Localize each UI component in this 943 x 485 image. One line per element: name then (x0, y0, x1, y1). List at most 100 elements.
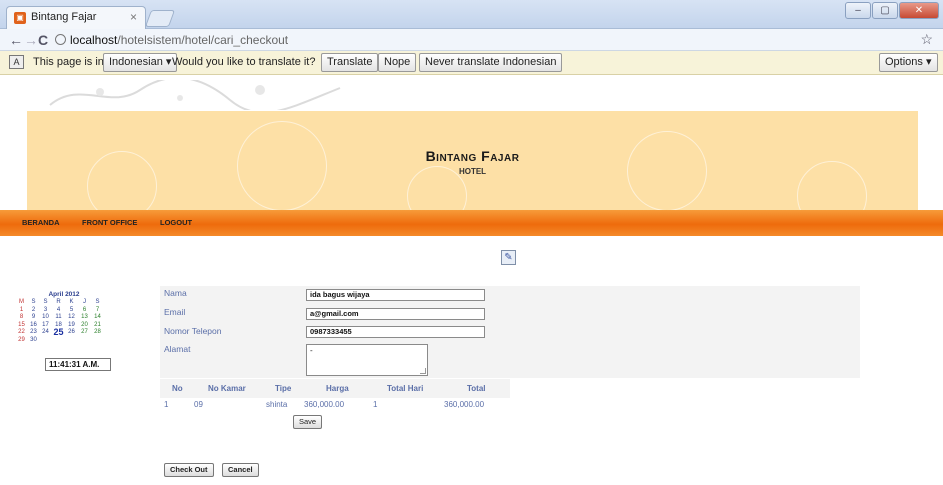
calendar-day[interactable]: 8 (16, 314, 27, 320)
calendar-day[interactable]: 1 (16, 307, 27, 313)
translate-infobar: A This page is in Indonesian ▾ Would you… (0, 51, 943, 75)
calendar-week-row: 22 23 24 25 26 27 28 (18, 327, 140, 337)
calendar-week-row: 1234567 (20, 307, 140, 315)
calendar-weekday: R (56, 299, 61, 305)
infobar-options-button[interactable]: Options ▾ (879, 53, 938, 72)
tab-title: Bintang Fajar (31, 11, 97, 23)
cell-no: 1 (164, 400, 169, 409)
calendar-weekday: S (43, 299, 48, 305)
customer-form-panel (160, 286, 860, 378)
site-brand: Bintang Fajar HOTEL (27, 148, 918, 176)
calendar-day[interactable]: 3 (40, 307, 51, 313)
calendar-day[interactable]: 17 (40, 322, 51, 328)
back-icon[interactable]: ← (9, 31, 23, 49)
calendar-day[interactable]: 30 (28, 337, 39, 343)
save-button[interactable]: Save (293, 415, 323, 429)
infobar-prefix: This page is in (33, 56, 104, 68)
calendar-day[interactable]: 12 (66, 314, 77, 320)
site-subtitle: HOTEL (458, 167, 487, 176)
calendar-weekday: S (95, 299, 100, 305)
calendar-day[interactable]: 5 (66, 307, 77, 313)
col-total: Total (467, 384, 486, 393)
window-controls: – ▢ ✕ (845, 2, 939, 19)
language-select[interactable]: Indonesian ▾ (103, 53, 178, 72)
calendar-day[interactable]: 21 (92, 322, 103, 328)
menu-logout[interactable]: LOGOUT (160, 218, 192, 227)
site-title: Bintang Fajar (425, 148, 520, 164)
calendar-day[interactable]: 28 (92, 329, 103, 335)
new-tab-button[interactable] (144, 10, 176, 27)
col-total-hari: Total Hari (387, 384, 424, 393)
web-page: Bintang Fajar HOTEL BERANDA FRONT OFFICE… (0, 75, 943, 485)
calendar-day[interactable]: 19 (66, 322, 77, 328)
close-window-icon[interactable]: ✕ (899, 2, 939, 19)
cell-total-hari: 1 (373, 400, 378, 409)
maximize-icon[interactable]: ▢ (872, 2, 898, 19)
resize-handle-icon[interactable] (420, 368, 426, 374)
url-path: /hotelsistem/hotel/cari_checkout (117, 33, 289, 47)
calendar-day[interactable]: 10 (40, 314, 51, 320)
edit-icon[interactable]: ✎ (501, 250, 516, 265)
translate-button[interactable]: Translate (321, 53, 379, 72)
telp-label: Nomor Telepon (164, 326, 222, 336)
nope-button[interactable]: Nope (378, 53, 417, 72)
calendar-day[interactable]: 24 (40, 329, 51, 335)
telp-field[interactable]: 0987333455 (306, 326, 485, 338)
cancel-button[interactable]: Cancel (222, 463, 259, 477)
col-tipe: Tipe (275, 384, 292, 393)
calendar-day[interactable]: 16 (28, 322, 39, 328)
calendar-day[interactable]: 7 (92, 307, 103, 313)
bookmark-star-icon[interactable]: ☆ (920, 31, 933, 48)
translate-icon: A (9, 55, 24, 69)
clock-display: 11:41:31 A.M. (45, 358, 111, 371)
calendar-day[interactable]: 25 (53, 327, 64, 337)
calendar-day[interactable]: 4 (53, 307, 64, 313)
never-translate-button[interactable]: Never translate Indonesian (419, 53, 563, 72)
calendar-day[interactable]: 9 (28, 314, 39, 320)
calendar-day[interactable]: 6 (79, 307, 90, 313)
tab-close-icon[interactable]: × (130, 10, 137, 24)
calendar-day[interactable]: 27 (79, 329, 90, 335)
calendar-week-row: 8 9 10 11 12 13 14 (20, 314, 140, 322)
col-harga: Harga (326, 384, 349, 393)
menu-beranda[interactable]: BERANDA (22, 218, 60, 227)
calendar-week-row: 15 16 17 18 19 20 21 (18, 322, 140, 330)
cell-total: 360,000.00 (444, 400, 485, 409)
calendar-day[interactable]: 26 (66, 329, 77, 335)
calendar-day[interactable]: 22 (16, 329, 27, 335)
col-no: No (172, 384, 183, 393)
reload-icon[interactable]: C (38, 31, 48, 49)
infobar-question: Would you like to translate it? (172, 56, 316, 68)
alamat-label: Alamat (164, 344, 191, 354)
cell-no-kamar: 09 (194, 400, 203, 409)
calendar-day[interactable]: 23 (28, 329, 39, 335)
calendar-title: April 2012 (48, 291, 80, 298)
calendar-weekday: S (31, 299, 36, 305)
calendar-widget: April 2012 M S S R K J S 1 2 3 4 5 6 7 8 9 10 11 12 13 14 15 1… (18, 291, 140, 344)
calendar-grid: M S S R K J S 1 2 3 4 5 6 7 8 9 10 11 12 13 14 15 16 17 18 19 20 21… (18, 299, 140, 344)
decorative-swirl-icon (49, 80, 341, 110)
browser-titlebar: ▣ Bintang Fajar × – ▢ ✕ (0, 0, 943, 29)
cell-tipe: shinta (266, 400, 288, 409)
minimize-icon[interactable]: – (845, 2, 871, 19)
email-field[interactable]: a@gmail.com (306, 308, 485, 320)
forward-icon[interactable]: → (24, 31, 38, 49)
calendar-day[interactable]: 14 (92, 314, 103, 320)
calendar-day[interactable]: 15 (16, 322, 27, 328)
checkout-button[interactable]: Check Out (164, 463, 214, 477)
page-info-icon[interactable] (55, 34, 66, 45)
calendar-weekday: M (19, 299, 24, 305)
browser-toolbar: ← → C localhost/hotelsistem/hotel/cari_c… (0, 29, 943, 51)
calendar-weekday: J (83, 299, 86, 305)
calendar-day[interactable]: 20 (79, 322, 90, 328)
menu-front-office[interactable]: FRONT OFFICE (82, 218, 137, 227)
alamat-field[interactable]: - (306, 344, 428, 376)
favicon-icon: ▣ (14, 12, 26, 24)
calendar-day[interactable]: 29 (16, 337, 27, 343)
browser-tab[interactable]: ▣ Bintang Fajar × (6, 6, 146, 29)
calendar-day[interactable]: 2 (28, 307, 39, 313)
calendar-day[interactable]: 11 (53, 314, 64, 320)
calendar-day[interactable]: 13 (79, 314, 90, 320)
address-bar[interactable]: localhost/hotelsistem/hotel/cari_checkou… (70, 31, 288, 49)
nama-field[interactable]: ida bagus wijaya (306, 289, 485, 301)
